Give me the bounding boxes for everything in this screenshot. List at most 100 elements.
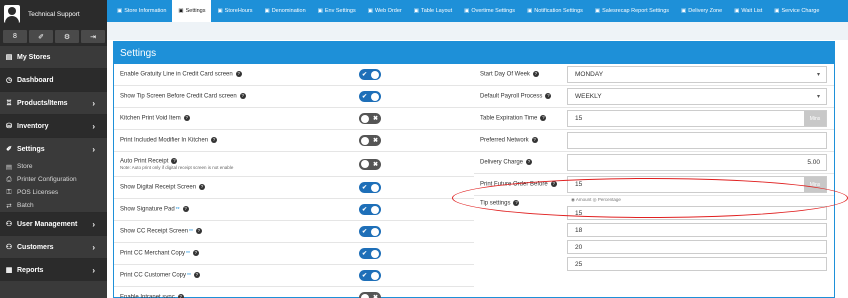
x-icon: ✖ [372, 138, 378, 144]
setting-toggle[interactable]: ✔ [359, 182, 381, 193]
x-icon: ✖ [372, 161, 378, 168]
help-icon[interactable]: ? [192, 250, 199, 257]
chevron-right-icon: › [92, 242, 95, 252]
sidebar-icon-row: 8 ✐ ⚙ ⇥ [0, 28, 107, 45]
tab-table-layout[interactable]: ▣ Table Layout [408, 0, 458, 22]
sidebar-item-inventory[interactable]: ⛁ Inventory › [0, 114, 107, 137]
tab-notification-settings[interactable]: ▣ Notification Settings [521, 0, 589, 22]
tip-input-3[interactable]: 20 [567, 240, 827, 254]
help-icon[interactable]: ? [513, 200, 520, 206]
setting-row: Auto Print Receipt? Note: Auto print only… [114, 152, 474, 177]
unit-label: Mins [804, 111, 826, 126]
tab-icon: ▣ [264, 8, 270, 14]
right-settings-column: Start Day Of Week? MONDAY ▾ Default Payr… [474, 64, 834, 296]
help-icon[interactable]: ? [199, 184, 206, 191]
tab-settings[interactable]: ▣ Settings [172, 0, 212, 22]
setting-toggle[interactable]: ✖ [359, 292, 381, 298]
tab-store-information[interactable]: ▣ Store Information [111, 0, 172, 22]
sidebar-subitem-printer-configuration[interactable]: ⎙ Printer Configuration [0, 173, 107, 186]
chevron-right-icon: › [92, 219, 95, 229]
tab-label: Settings [185, 8, 206, 14]
setting-toggle[interactable]: ✖ [359, 135, 381, 146]
check-icon: ✔ [362, 207, 368, 213]
table-expiration-input[interactable]: 15 Mins [567, 110, 827, 127]
start-day-label: Start Day Of Week [480, 71, 530, 78]
sidebar-item-products[interactable]: ♖ Products/Items › [0, 91, 107, 114]
sidebar-item-reports[interactable]: ▦ Reports › [0, 258, 107, 281]
setting-row: Show Signature Pad**? ✔ [114, 199, 474, 221]
table-expiration-label: Table Expiration Time [480, 115, 538, 122]
sidebar-item-settings[interactable]: ✐ Settings › [0, 137, 107, 160]
tip-input-2[interactable]: 18 [567, 223, 827, 237]
setting-toggle[interactable]: ✔ [359, 69, 381, 80]
required-marker: ** [187, 272, 191, 279]
help-icon[interactable]: ? [195, 228, 202, 235]
tab-icon: ▣ [413, 8, 419, 14]
setting-toggle[interactable]: ✔ [359, 91, 381, 102]
setting-toggle[interactable]: ✔ [359, 248, 381, 259]
tip-mode-radio[interactable]: ◉ Amount ◎ Percentage [571, 197, 621, 203]
setting-toggle[interactable]: ✖ [359, 158, 381, 170]
setting-toggle[interactable]: ✔ [359, 226, 381, 237]
edit-icon[interactable]: ✐ [29, 30, 53, 43]
sidebar-item-user-management[interactable]: ⚇ User Management › [0, 212, 107, 235]
tab-web-order[interactable]: ▣ Web Order [362, 0, 408, 22]
tab-denomination[interactable]: ▣ Denomination [259, 0, 312, 22]
sidebar-item-customers[interactable]: ⚇ Customers › [0, 235, 107, 258]
tab-overtime-settings[interactable]: ▣ Overtime Settings [458, 0, 521, 22]
help-icon[interactable]: ? [183, 115, 190, 122]
payroll-select[interactable]: WEEKLY ▾ [567, 88, 827, 105]
help-icon[interactable]: ? [177, 294, 184, 298]
tab-icon: ▣ [117, 8, 123, 14]
tab-env-settings[interactable]: ▣ Env Settings [312, 0, 362, 22]
tip-input-4[interactable]: 25 [567, 257, 827, 271]
dashboard-icon: ◷ [5, 77, 13, 84]
setting-label: Auto Print Receipt [120, 158, 169, 165]
tab-icon: ▣ [734, 8, 740, 14]
tab-storehours[interactable]: ▣ StoreHours [211, 0, 258, 22]
profile-icon[interactable]: 8 [3, 30, 27, 43]
tip-input-1[interactable]: 15 [567, 206, 827, 220]
sidebar-subitem-batch[interactable]: ⇄ Batch [0, 199, 107, 212]
help-icon[interactable]: ? [531, 137, 538, 144]
setting-toggle[interactable]: ✔ [359, 204, 381, 215]
help-icon[interactable]: ? [235, 71, 242, 78]
reports-icon: ▦ [5, 267, 13, 274]
delivery-charge-input[interactable]: 5.00 [567, 154, 827, 171]
setting-toggle[interactable]: ✔ [359, 270, 381, 281]
help-icon[interactable]: ? [540, 115, 547, 122]
tab-wait-list[interactable]: ▣ Wait List [728, 0, 768, 22]
sidebar-subitem-pos-licenses[interactable]: ⚿ POS Licenses [0, 186, 107, 199]
preferred-network-input[interactable] [567, 132, 827, 149]
settings-panel: Settings Enable Gratuity Line in Credit … [113, 41, 835, 298]
transfer-icon: ⇄ [6, 202, 12, 210]
sidebar-item-my-stores[interactable]: ▤ My Stores [0, 45, 107, 68]
help-icon[interactable]: ? [526, 159, 533, 166]
setting-row: Kitchen Print Void Item? ✖ [114, 108, 474, 130]
user-profile[interactable]: Technical Support [0, 0, 107, 28]
tip-settings-label: Tip settings [480, 200, 511, 207]
help-icon[interactable]: ? [171, 157, 178, 164]
logout-icon[interactable]: ⇥ [81, 30, 105, 43]
tab-service-charge[interactable]: ▣ Service Charge [768, 0, 825, 22]
gear-icon[interactable]: ⚙ [55, 30, 79, 43]
help-icon[interactable]: ? [182, 206, 189, 213]
start-day-select[interactable]: MONDAY ▾ [567, 66, 827, 83]
sidebar-subitem-label: Printer Configuration [17, 176, 77, 183]
setting-label: Show Signature Pad [120, 206, 175, 213]
tab-delivery-zone[interactable]: ▣ Delivery Zone [675, 0, 728, 22]
help-icon[interactable]: ? [545, 93, 552, 100]
help-icon[interactable]: ? [550, 181, 557, 188]
sidebar-item-dashboard[interactable]: ◷ Dashboard [0, 68, 107, 91]
help-icon[interactable]: ? [532, 71, 539, 78]
setting-toggle[interactable]: ✖ [359, 113, 381, 124]
chevron-right-icon: › [92, 98, 95, 108]
payroll-label: Default Payroll Process [480, 93, 543, 100]
help-icon[interactable]: ? [193, 272, 200, 279]
help-icon[interactable]: ? [211, 137, 218, 144]
left-settings-column: Enable Gratuity Line in Credit Card scre… [114, 64, 474, 298]
future-order-input[interactable]: 15 Mins [567, 176, 827, 193]
help-icon[interactable]: ? [239, 93, 246, 100]
tab-salesrecap-report-settings[interactable]: ▣ Salesrecap Report Settings [589, 0, 675, 22]
sidebar-subitem-store[interactable]: ▤ Store [0, 160, 107, 173]
